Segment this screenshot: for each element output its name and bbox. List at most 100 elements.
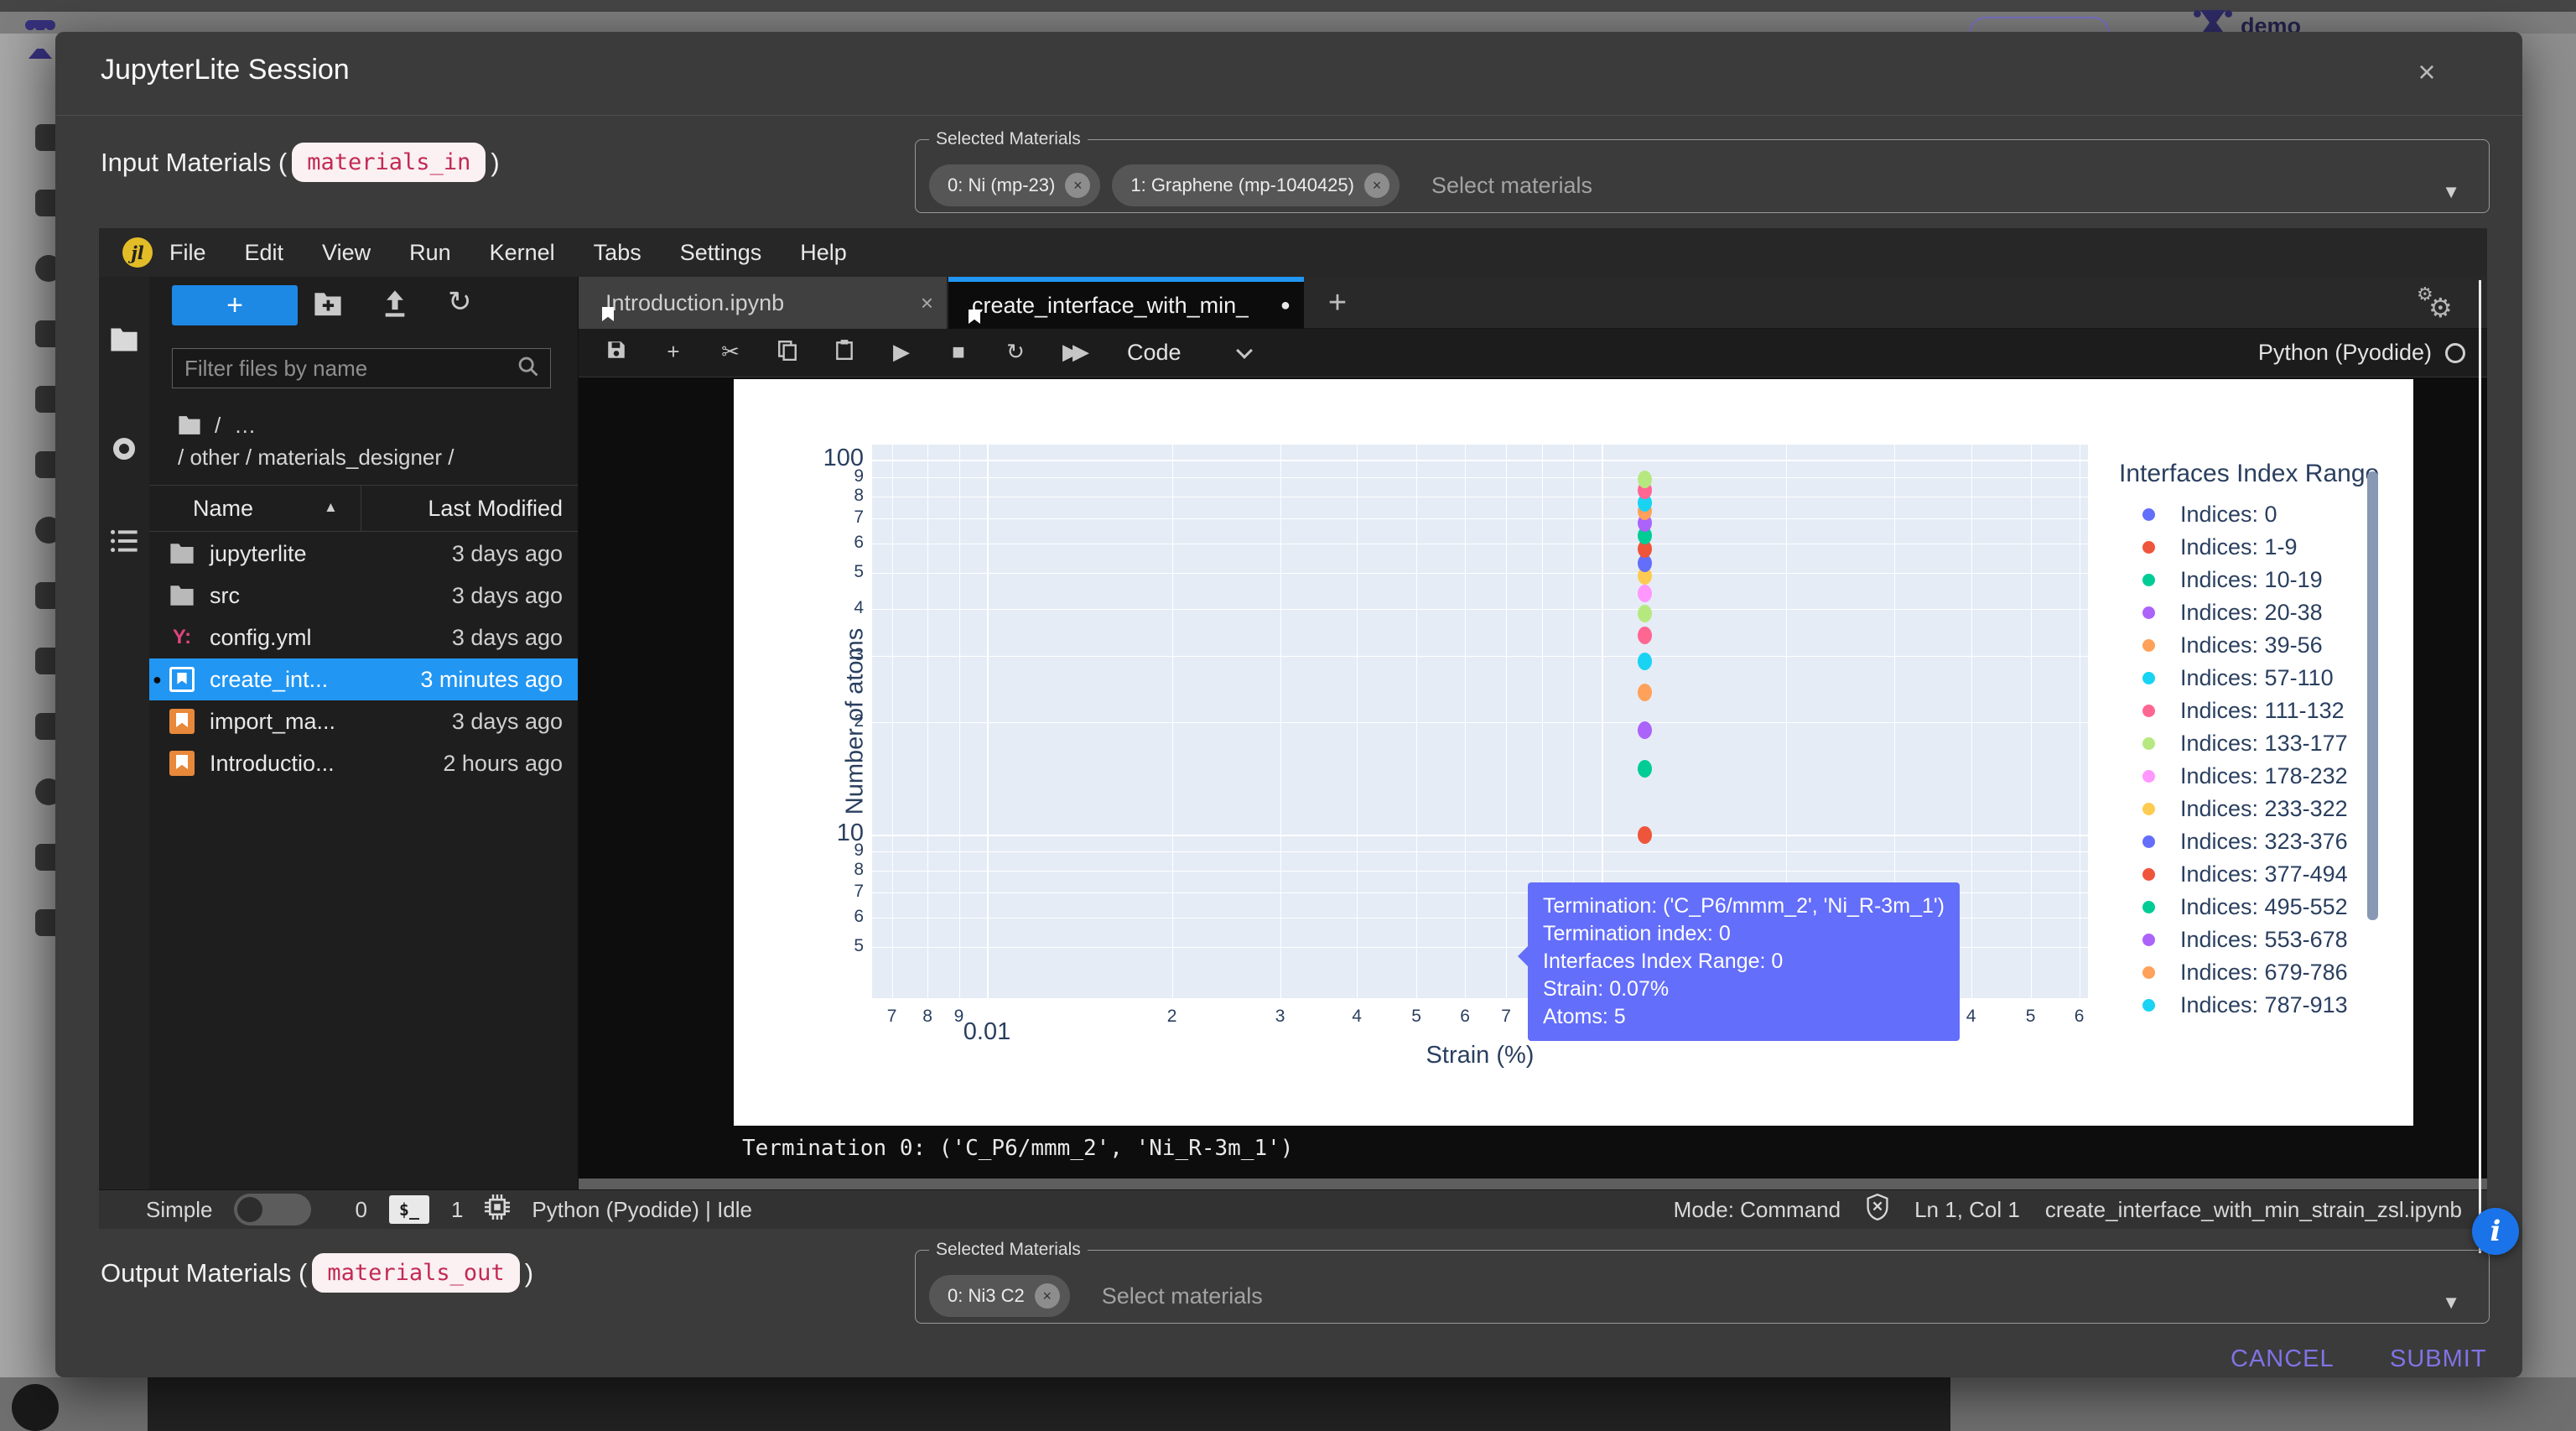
tab-label[interactable]: create_interface_with_min_ <box>972 293 1249 319</box>
legend-entry[interactable]: Indices: 20-38 <box>2142 600 2323 626</box>
tab-label[interactable]: Introduction.ipynb <box>605 290 784 316</box>
legend-entry[interactable]: Indices: 787-913 <box>2142 992 2348 1018</box>
legend-entry[interactable]: Indices: 133-177 <box>2142 731 2348 757</box>
upload-icon[interactable] <box>381 290 409 321</box>
file-row-introductio-[interactable]: Introductio...2 hours ago <box>149 742 578 784</box>
close-icon[interactable]: × <box>2403 49 2450 96</box>
select-materials-placeholder[interactable]: Select materials <box>1102 1283 1263 1309</box>
chip-remove-icon[interactable]: × <box>1364 173 1389 198</box>
legend-scrollbar[interactable] <box>2367 471 2378 920</box>
info-button[interactable]: i <box>2472 1208 2519 1255</box>
breadcrumb-path[interactable]: / other / materials_designer / <box>178 445 454 471</box>
chevron-down-icon[interactable]: ▼ <box>2442 181 2460 203</box>
select-materials-placeholder[interactable]: Select materials <box>1431 173 1592 199</box>
menu-item-settings[interactable]: Settings <box>680 240 762 266</box>
legend-entry[interactable]: Indices: 111-132 <box>2142 698 2345 724</box>
paste-icon[interactable] <box>830 339 859 367</box>
file-filter-box[interactable] <box>172 348 551 388</box>
legend-entry[interactable]: Indices: 57-110 <box>2142 665 2334 691</box>
terminals-count[interactable]: 0 <box>355 1197 366 1223</box>
column-name[interactable]: Name <box>193 496 253 522</box>
breadcrumb-root[interactable]: / <box>215 413 221 439</box>
restart-icon[interactable]: ↻ <box>1001 339 1030 367</box>
kernel-name-label[interactable]: Python (Pyodide) <box>2258 340 2432 366</box>
breadcrumb-ellipsis[interactable]: … <box>234 413 256 439</box>
legend-entry[interactable]: Indices: 233-322 <box>2142 796 2348 822</box>
add-tab-button[interactable]: + <box>1317 282 1358 324</box>
legend-entry[interactable]: Indices: 679-786 <box>2142 960 2348 986</box>
submit-button[interactable]: SUBMIT <box>2390 1345 2487 1373</box>
breadcrumb[interactable]: / … / other / materials_designer / <box>178 411 454 471</box>
file-name: jupyterlite <box>210 541 307 567</box>
jlab-activity-bar <box>99 277 149 1189</box>
menu-item-help[interactable]: Help <box>800 240 847 266</box>
output-materials-select[interactable]: Selected Materials 0: Ni3 C2×Select mate… <box>915 1240 2490 1324</box>
save-icon[interactable] <box>602 339 631 367</box>
cancel-button[interactable]: CANCEL <box>2231 1345 2334 1373</box>
tooltip-line: Interfaces Index Range: 0 <box>1543 948 1945 976</box>
terminal-icon[interactable]: $_ <box>389 1195 429 1224</box>
material-chip[interactable]: 1: Graphene (mp-1040425)× <box>1112 164 1400 206</box>
refresh-icon[interactable]: ↻ <box>448 285 472 319</box>
tab-introduction[interactable]: Introduction.ipynb × <box>579 277 948 329</box>
chevron-down-icon[interactable]: ▼ <box>2442 1292 2460 1314</box>
file-row-import-ma-[interactable]: import_ma...3 days ago <box>149 700 578 742</box>
kernel-status-label[interactable]: Python (Pyodide) | Idle <box>532 1197 752 1223</box>
stop-icon[interactable]: ■ <box>944 339 973 367</box>
x-tick-label: 4 <box>1966 1007 1976 1027</box>
legend-entry[interactable]: Indices: 553-678 <box>2142 927 2348 953</box>
chip-remove-icon[interactable]: × <box>1065 173 1090 198</box>
new-folder-icon[interactable] <box>314 290 342 321</box>
legend-dot-icon <box>2142 835 2155 848</box>
add-icon[interactable]: + <box>659 339 688 367</box>
legend-entry[interactable]: Indices: 0 <box>2142 502 2277 528</box>
kernels-count[interactable]: 1 <box>451 1197 463 1223</box>
menu-item-edit[interactable]: Edit <box>245 240 284 266</box>
legend-entry[interactable]: Indices: 495-552 <box>2142 894 2348 920</box>
horizontal-scrollbar[interactable] <box>579 1179 2487 1189</box>
column-last-modified[interactable]: Last Modified <box>428 496 563 522</box>
menu-item-kernel[interactable]: Kernel <box>490 240 555 266</box>
file-browser-icon[interactable] <box>110 327 138 356</box>
menu-item-file[interactable]: File <box>169 240 206 266</box>
legend-entry[interactable]: Indices: 178-232 <box>2142 763 2348 789</box>
input-materials-select[interactable]: Selected Materials 0: Ni (mp-23)×1: Grap… <box>915 129 2490 213</box>
fast-forward-icon[interactable]: ▶▶ <box>1058 339 1087 367</box>
materials-out-code-pill: materials_out <box>312 1253 519 1293</box>
file-row-config-yml[interactable]: Y:config.yml3 days ago <box>149 617 578 658</box>
cursor-position-label[interactable]: Ln 1, Col 1 <box>1914 1197 2020 1223</box>
run-icon[interactable]: ▶ <box>887 339 916 367</box>
legend-dot-icon <box>2142 508 2155 521</box>
tooltip-line: Atoms: 5 <box>1543 1003 1945 1031</box>
table-of-contents-icon[interactable] <box>110 528 138 558</box>
file-row-create-int-[interactable]: ●create_int...3 minutes ago <box>149 658 578 700</box>
legend-entry[interactable]: Indices: 377-494 <box>2142 861 2348 887</box>
y-tick-label: 3 <box>854 645 864 665</box>
running-sessions-icon[interactable] <box>113 438 135 460</box>
file-row-src[interactable]: src3 days ago <box>149 575 578 617</box>
cut-icon[interactable]: ✂ <box>716 339 745 367</box>
menu-item-view[interactable]: View <box>322 240 371 266</box>
chevron-down-icon[interactable] <box>1236 342 1253 359</box>
tab-close-icon[interactable]: × <box>921 290 933 316</box>
trust-shield-icon[interactable] <box>1866 1194 1889 1226</box>
menu-item-run[interactable]: Run <box>409 240 451 266</box>
tab-create-interface[interactable]: create_interface_with_min_ ● <box>948 277 1304 329</box>
legend-entry[interactable]: Indices: 1-9 <box>2142 534 2298 560</box>
editor-mode-label[interactable]: Mode: Command <box>1674 1197 1841 1223</box>
file-row-jupyterlite[interactable]: jupyterlite3 days ago <box>149 533 578 575</box>
copy-icon[interactable] <box>773 339 802 367</box>
material-chip[interactable]: 0: Ni (mp-23)× <box>929 164 1100 206</box>
simple-mode-toggle[interactable] <box>234 1194 311 1225</box>
chip-remove-icon[interactable]: × <box>1035 1283 1060 1309</box>
cell-type-dropdown[interactable]: Code <box>1127 340 1182 366</box>
material-chip[interactable]: 0: Ni3 C2× <box>929 1275 1070 1317</box>
legend-entry[interactable]: Indices: 39-56 <box>2142 632 2323 658</box>
legend-entry[interactable]: Indices: 10-19 <box>2142 567 2323 593</box>
file-list-header[interactable]: Name ▲ Last Modified <box>149 485 578 532</box>
new-launcher-button[interactable]: + <box>172 285 298 325</box>
dialog-title: JupyterLite Session <box>101 54 350 86</box>
file-filter-input[interactable] <box>173 356 517 382</box>
menu-item-tabs[interactable]: Tabs <box>594 240 641 266</box>
legend-entry[interactable]: Indices: 323-376 <box>2142 829 2348 855</box>
